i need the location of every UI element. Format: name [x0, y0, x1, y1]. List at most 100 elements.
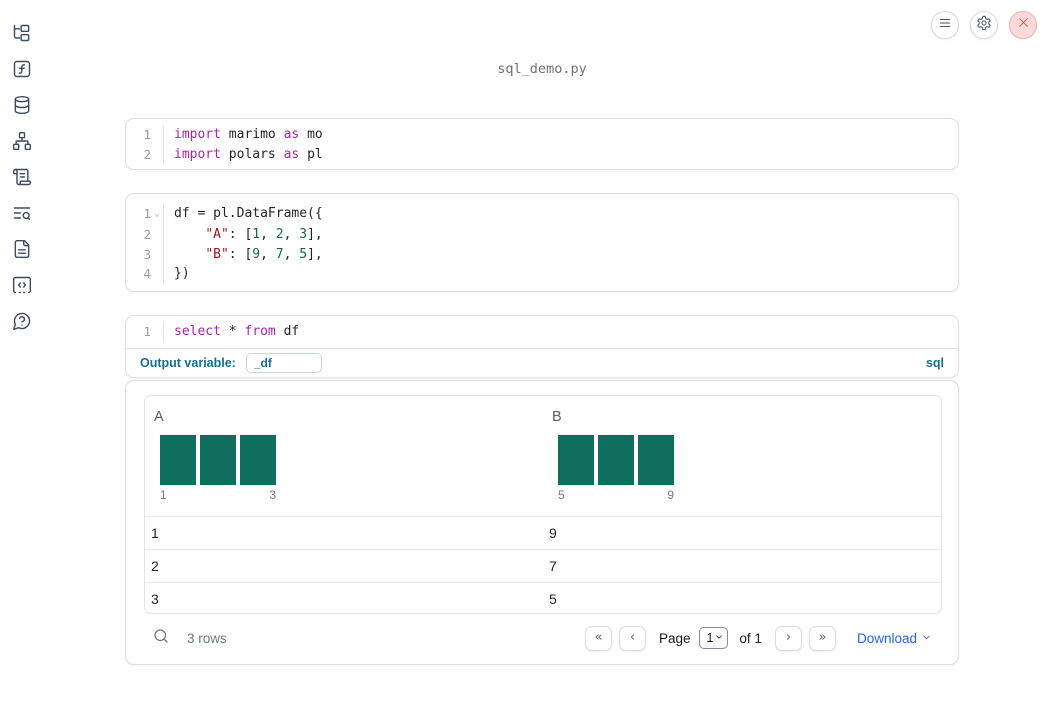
- code-cell-imports[interactable]: 1 import marimo as mo 2 import polars as pl: [125, 118, 959, 170]
- sidebar-item-snippets[interactable]: [10, 275, 34, 299]
- sidebar: [0, 0, 44, 713]
- file-tree-icon: [12, 23, 32, 48]
- gear-icon: [976, 15, 992, 36]
- line-gutter: 4: [126, 264, 164, 284]
- line-gutter: 2: [126, 144, 164, 164]
- histogram-bar[interactable]: [240, 435, 276, 485]
- code-line[interactable]: 2 "A": [1, 2, 3],: [126, 225, 958, 245]
- page-label: Page: [658, 630, 691, 646]
- code-line[interactable]: 4}): [126, 264, 958, 284]
- code-editor[interactable]: 1 ⌄ df = pl.DataFrame({2 "A": [1, 2, 3], 3 …: [126, 204, 958, 284]
- axis-min-label: 1: [160, 488, 167, 502]
- last-page-button[interactable]: »: [808, 625, 836, 651]
- settings-button[interactable]: [970, 11, 998, 39]
- next-page-button[interactable]: ›: [774, 625, 802, 651]
- chevron-down-icon: [921, 631, 932, 646]
- column-header-b[interactable]: B 5 9: [543, 396, 941, 516]
- table-footer: 3 rows « ‹ Page 1 of 1 › » Download: [126, 612, 958, 664]
- table-header: A 1 3 B 5 9: [145, 396, 941, 516]
- histogram-bar[interactable]: [160, 435, 196, 485]
- download-label: Download: [856, 630, 917, 646]
- sidebar-item-documentation[interactable]: [10, 239, 34, 263]
- hamburger-icon: [938, 16, 952, 35]
- chevron-down-icon: [714, 631, 724, 645]
- axis-max-label: 9: [667, 488, 674, 502]
- column-histogram: 1 3: [160, 435, 276, 502]
- code-line[interactable]: 3 "B": [9, 7, 5],: [126, 244, 958, 264]
- code-line[interactable]: 2 import polars as pl: [126, 144, 958, 164]
- code-editor[interactable]: 1 import marimo as mo 2 import polars as pl: [126, 125, 958, 164]
- prev-page-button[interactable]: ‹: [618, 625, 646, 651]
- document-icon: [12, 239, 32, 264]
- page-select[interactable]: 1: [699, 627, 729, 649]
- line-gutter: 1: [126, 322, 164, 342]
- code-cell-dataframe[interactable]: 1 ⌄ df = pl.DataFrame({2 "A": [1, 2, 3], 3 …: [125, 193, 959, 292]
- pagination: « ‹ Page 1 of 1 › » Download: [584, 625, 932, 651]
- output-variable-input[interactable]: [245, 353, 322, 373]
- axis-max-label: 3: [269, 488, 276, 502]
- table-cell: 9: [549, 525, 557, 541]
- column-histogram: 5 9: [558, 435, 674, 502]
- code-line[interactable]: 1 select * from df: [126, 322, 958, 342]
- chevron-left-icon: ‹: [629, 629, 636, 645]
- histogram-bars: [558, 435, 674, 485]
- axis-min-label: 5: [558, 488, 565, 502]
- table-cell: 1: [151, 525, 159, 541]
- table-body: 192735: [145, 516, 941, 614]
- fold-chevron-icon[interactable]: ⌄: [151, 204, 163, 225]
- line-gutter: 1: [126, 125, 164, 145]
- sidebar-item-datasources[interactable]: [10, 95, 34, 119]
- database-icon: [12, 95, 32, 120]
- chevrons-right-icon: »: [818, 629, 827, 645]
- table-row[interactable]: 19: [145, 516, 941, 550]
- chevron-right-icon: ›: [785, 629, 792, 645]
- page-of-label: of 1: [739, 630, 762, 646]
- column-header-a[interactable]: A 1 3: [145, 396, 543, 516]
- notebook-filename: sql_demo.py: [497, 61, 587, 77]
- histogram-bars: [160, 435, 276, 485]
- sidebar-item-outline[interactable]: [10, 167, 34, 191]
- search-icon: [152, 627, 170, 650]
- table-cell: 7: [549, 558, 557, 574]
- table-row[interactable]: 35: [145, 582, 941, 614]
- language-badge: sql: [925, 356, 944, 370]
- cell-output: A 1 3 B 5 9 1 9 2 7 3 5 3 rows « ‹ Page …: [125, 380, 959, 665]
- row-count: 3 rows: [187, 630, 227, 646]
- table-row[interactable]: 27: [145, 549, 941, 583]
- histogram-bar[interactable]: [558, 435, 594, 485]
- sidebar-item-help[interactable]: [10, 311, 34, 335]
- sql-meta-row: Output variable: sql: [126, 347, 958, 378]
- sql-cell[interactable]: 1select * from df Output variable: sql: [125, 315, 959, 378]
- sidebar-item-files[interactable]: [10, 23, 34, 47]
- sidebar-item-variables[interactable]: [10, 59, 34, 83]
- code-line[interactable]: 1 ⌄ df = pl.DataFrame({: [126, 204, 958, 225]
- sidebar-item-dependencies[interactable]: [10, 131, 34, 155]
- table-cell: 3: [151, 591, 159, 608]
- table-cell: 5: [549, 591, 557, 608]
- line-gutter: 3: [126, 244, 164, 264]
- code-line[interactable]: 1 import marimo as mo: [126, 125, 958, 145]
- histogram-axis: 1 3: [160, 488, 276, 502]
- dependency-graph-icon: [12, 131, 32, 156]
- histogram-bar[interactable]: [598, 435, 634, 485]
- chevrons-left-icon: «: [594, 629, 603, 645]
- menu-button[interactable]: [931, 11, 959, 39]
- code-editor[interactable]: 1 select * from df: [126, 316, 958, 348]
- histogram-bar[interactable]: [200, 435, 236, 485]
- histogram-axis: 5 9: [558, 488, 674, 502]
- function-square-icon: [12, 59, 32, 84]
- help-circle-icon: [12, 311, 32, 336]
- shutdown-button[interactable]: [1009, 11, 1037, 39]
- first-page-button[interactable]: «: [584, 625, 612, 651]
- search-button[interactable]: [151, 628, 171, 648]
- sidebar-item-logs[interactable]: [10, 203, 34, 227]
- scroll-icon: [12, 167, 32, 192]
- column-name: A: [154, 409, 164, 425]
- column-name: B: [552, 409, 562, 425]
- histogram-bar[interactable]: [638, 435, 674, 485]
- download-button[interactable]: Download: [857, 631, 932, 646]
